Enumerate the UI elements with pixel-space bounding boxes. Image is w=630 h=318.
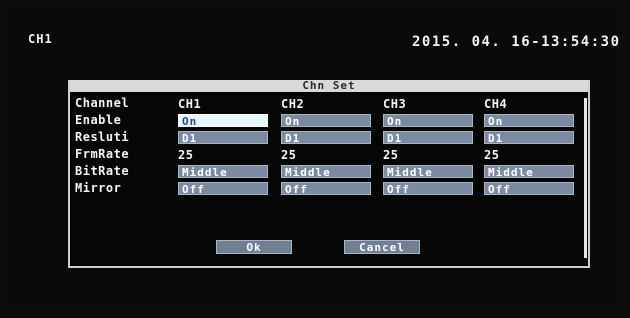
ok-button[interactable]: Ok xyxy=(216,240,292,254)
label-enable: Enable xyxy=(75,113,122,127)
dialog-title: Chn Set xyxy=(70,80,588,92)
mirror-ch2-field[interactable]: Off xyxy=(281,182,371,195)
scrollbar[interactable] xyxy=(584,98,587,258)
label-bit-rate: BitRate xyxy=(75,164,130,178)
cancel-button[interactable]: Cancel xyxy=(344,240,420,254)
mirror-ch3-field[interactable]: Off xyxy=(383,182,473,195)
bit-rate-ch1-field[interactable]: Middle xyxy=(178,165,268,178)
bit-rate-ch3-field[interactable]: Middle xyxy=(383,165,473,178)
column-header-ch4: CH4 xyxy=(484,97,508,111)
frame-rate-ch1-value[interactable]: 25 xyxy=(178,148,193,162)
frame-rate-ch2-value[interactable]: 25 xyxy=(281,148,296,162)
frame-rate-ch3-value[interactable]: 25 xyxy=(383,148,398,162)
mirror-ch4-field[interactable]: Off xyxy=(484,182,574,195)
bit-rate-ch2-field[interactable]: Middle xyxy=(281,165,371,178)
column-header-ch3: CH3 xyxy=(383,97,407,111)
resolution-ch4-field[interactable]: D1 xyxy=(484,131,574,144)
label-channel: Channel xyxy=(75,96,130,110)
label-frame-rate: FrmRate xyxy=(75,147,130,161)
label-mirror: Mirror xyxy=(75,181,122,195)
enable-ch1-field[interactable]: On xyxy=(178,114,268,127)
channel-settings-dialog: Chn Set Channel Enable Resluti FrmRate B… xyxy=(68,80,590,268)
frame-rate-ch4-value[interactable]: 25 xyxy=(484,148,499,162)
enable-ch3-field[interactable]: On xyxy=(383,114,473,127)
resolution-ch2-field[interactable]: D1 xyxy=(281,131,371,144)
channel-indicator: CH1 xyxy=(28,32,53,46)
label-resolution: Resluti xyxy=(75,130,130,144)
resolution-ch1-field[interactable]: D1 xyxy=(178,131,268,144)
resolution-ch3-field[interactable]: D1 xyxy=(383,131,473,144)
bit-rate-ch4-field[interactable]: Middle xyxy=(484,165,574,178)
enable-ch2-field[interactable]: On xyxy=(281,114,371,127)
enable-ch4-field[interactable]: On xyxy=(484,114,574,127)
mirror-ch1-field[interactable]: Off xyxy=(178,182,268,195)
column-header-ch1: CH1 xyxy=(178,97,202,111)
column-header-ch2: CH2 xyxy=(281,97,305,111)
date-time-display: 2015. 04. 16-13:54:30 xyxy=(412,34,621,50)
